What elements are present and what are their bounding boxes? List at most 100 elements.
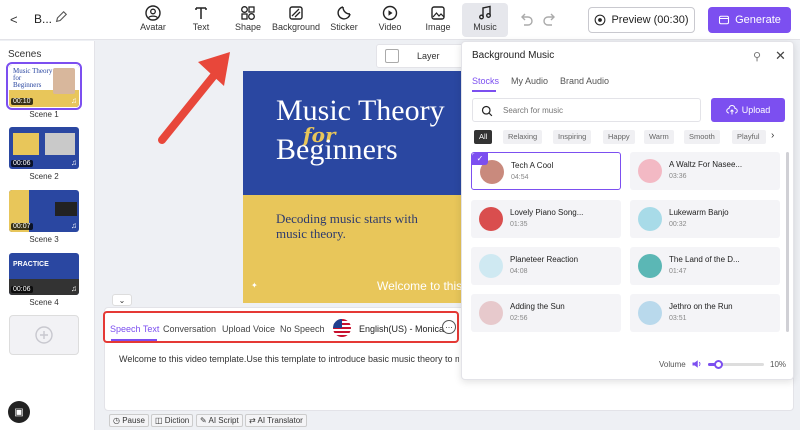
track-card[interactable]: Jethro on the Run 03:51 <box>630 294 780 332</box>
tool-video[interactable]: Video <box>376 3 404 37</box>
pause-button[interactable]: ◷ Pause <box>109 414 149 427</box>
top-toolbar: < B... Avatar Text Shape Background Stic… <box>0 0 800 40</box>
filter-smooth[interactable]: Smooth <box>684 130 720 144</box>
scene-thumbnail-4[interactable]: PRACTICE 00:06 ♫ <box>9 253 79 295</box>
scrollbar[interactable] <box>786 152 789 332</box>
chevron-right-icon[interactable]: › <box>771 130 774 141</box>
scene-thumb-title: Music Theory for Beginners <box>13 67 53 89</box>
voice-selector[interactable]: English(US) - Monica <box>359 324 444 334</box>
canvas-title-line1[interactable]: Music Theory <box>276 96 445 126</box>
track-card[interactable]: Adding the Sun 02:56 <box>471 294 621 332</box>
layer-toolbar: Layer <box>376 44 464 68</box>
annotation-arrow-icon <box>158 52 230 144</box>
scene-thumbnail-1[interactable]: Music Theory for Beginners 00:10 ♫ <box>6 62 82 110</box>
pin-icon[interactable]: ⚲ <box>753 50 761 63</box>
tool-avatar[interactable]: Avatar <box>137 3 169 37</box>
filter-inspiring[interactable]: Inspiring <box>553 130 592 144</box>
track-card[interactable]: Lukewarm Banjo 00:32 <box>630 200 780 238</box>
tool-music[interactable]: Music <box>462 3 508 37</box>
filter-all[interactable]: All <box>474 130 493 144</box>
search-input[interactable] <box>503 100 693 120</box>
track-card[interactable]: ✓ Tech A Cool 04:54 <box>471 152 621 190</box>
tool-image[interactable]: Image <box>423 3 453 37</box>
track-card[interactable]: A Waltz For Nasee... 03:36 <box>630 152 780 190</box>
scenes-sidebar: Scenes Music Theory for Beginners 00:10 ♫ … <box>0 41 95 430</box>
tab-conversation[interactable]: Conversation <box>163 324 216 334</box>
tool-shape[interactable]: Shape <box>231 3 265 37</box>
close-icon[interactable]: ✕ <box>775 48 786 64</box>
avatar-icon <box>145 5 161 21</box>
chip-label: AI Translator <box>257 416 303 425</box>
filter-happy[interactable]: Happy <box>603 130 635 144</box>
track-thumbnail <box>479 301 503 325</box>
add-scene-button[interactable] <box>9 315 79 355</box>
scenes-title: Scenes <box>8 49 42 60</box>
project-name[interactable]: B... <box>34 12 52 26</box>
track-duration: 01:47 <box>669 268 687 275</box>
color-swatch[interactable] <box>385 49 399 63</box>
canvas-subtitle[interactable]: Decoding music starts with music theory. <box>276 211 446 241</box>
volume-slider[interactable] <box>708 360 764 369</box>
back-button[interactable]: < <box>10 12 18 27</box>
image-icon <box>431 6 445 20</box>
speech-text-area[interactable]: Welcome to this video template.Use this … <box>119 354 459 364</box>
track-card[interactable]: Planeteer Reaction 04:08 <box>471 247 621 285</box>
music-search <box>472 98 701 122</box>
track-name: Adding the Sun <box>510 302 565 311</box>
track-card[interactable]: Lovely Piano Song... 01:35 <box>471 200 621 238</box>
ai-script-button[interactable]: ✎ AI Script <box>196 414 243 427</box>
tab-stocks[interactable]: Stocks <box>472 76 499 86</box>
upload-label: Upload <box>741 105 771 115</box>
scene-name: Scene 3 <box>29 235 59 244</box>
scene-image <box>45 133 75 155</box>
search-icon <box>481 105 493 117</box>
ai-translator-button[interactable]: ⇄ AI Translator <box>245 414 307 427</box>
layer-button[interactable]: Layer <box>417 51 440 61</box>
add-icon <box>35 326 53 344</box>
canvas-title-line2[interactable]: Beginners <box>276 135 398 165</box>
diction-button[interactable]: ◫ Diction <box>151 414 194 427</box>
filter-relaxing[interactable]: Relaxing <box>503 130 543 144</box>
preview-button[interactable]: Preview (00:30) <box>588 7 695 33</box>
tab-brand-audio[interactable]: Brand Audio <box>560 76 609 86</box>
tab-speech-text[interactable]: Speech Text <box>110 324 159 334</box>
chevron-down-icon[interactable]: ⌄ <box>112 294 132 306</box>
tab-my-audio[interactable]: My Audio <box>511 76 548 86</box>
volume-icon[interactable] <box>691 358 703 370</box>
track-duration: 01:35 <box>510 221 528 228</box>
upload-cloud-icon <box>726 105 738 115</box>
generate-button[interactable]: Generate <box>708 7 791 33</box>
track-thumbnail <box>638 159 662 183</box>
scene-name: Scene 4 <box>29 298 59 307</box>
video-canvas[interactable]: Music Theory for Beginners Decoding musi… <box>243 71 463 303</box>
background-music-panel: Background Music ⚲ ✕ Stocks My Audio Bra… <box>461 41 794 380</box>
upload-button[interactable]: Upload <box>711 98 785 122</box>
scene-avatar <box>53 68 75 94</box>
sticker-icon <box>337 6 351 20</box>
tool-label: Music <box>473 22 497 32</box>
filter-playful[interactable]: Playful <box>732 130 766 144</box>
tool-background[interactable]: Background <box>271 3 321 37</box>
redo-icon[interactable] <box>542 12 558 28</box>
track-thumbnail <box>638 254 662 278</box>
more-options-icon[interactable]: … <box>442 320 456 334</box>
volume-knob[interactable] <box>713 360 723 369</box>
track-name: The Land of the D... <box>669 255 740 264</box>
tool-label: Shape <box>234 22 262 32</box>
scene-thumbnail-2[interactable]: 00:06 ♫ <box>9 127 79 169</box>
text-icon <box>195 7 207 19</box>
tool-label: Video <box>378 22 402 32</box>
edit-name-icon[interactable] <box>54 10 68 24</box>
tool-text[interactable]: Text <box>186 3 216 37</box>
filter-warm[interactable]: Warm <box>644 130 674 144</box>
scene-thumbnail-3[interactable]: 00:07 ♫ <box>9 190 79 232</box>
tool-sticker[interactable]: Sticker <box>328 3 360 37</box>
track-card[interactable]: The Land of the D... 01:47 <box>630 247 780 285</box>
tab-upload-voice[interactable]: Upload Voice <box>222 324 275 334</box>
us-flag-icon[interactable] <box>333 319 351 337</box>
tab-no-speech[interactable]: No Speech <box>280 324 325 334</box>
help-chat-icon[interactable]: ▣ <box>8 401 30 423</box>
track-name: Tech A Cool <box>511 161 554 170</box>
undo-icon[interactable] <box>518 12 534 28</box>
scene-duration: 00:10 <box>11 98 33 105</box>
